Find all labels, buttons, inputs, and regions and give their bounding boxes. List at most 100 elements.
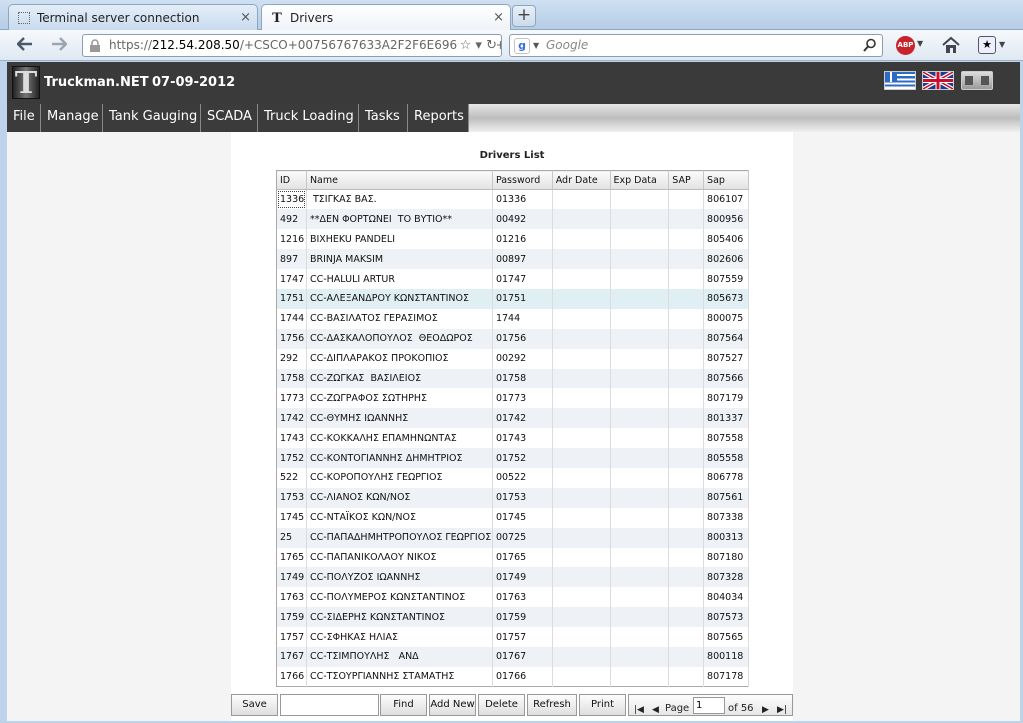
cell-sap-code[interactable]: 807566 <box>703 368 749 389</box>
bookmarks-icon[interactable]: ★ <box>978 36 996 54</box>
cell-exp-data[interactable] <box>610 269 670 289</box>
cell-sap-code[interactable]: 807338 <box>703 507 749 528</box>
cell-adr-date[interactable] <box>552 308 611 329</box>
cell-exp-data[interactable] <box>610 249 670 270</box>
chevron-down-icon[interactable]: ▼ <box>533 35 539 56</box>
delete-button[interactable]: Delete <box>478 694 525 716</box>
cell-name[interactable]: CC-ΔΙΠΛΑΡΑΚΟΣ ΠΡΟΚΟΠΙΟΣ <box>306 348 493 369</box>
cell-name[interactable]: BIXHEKU PANDELI <box>306 229 493 250</box>
table-row[interactable]: 1756 CC-ΔΑΣΚΑΛΟΠΟΥΛΟΣ ΘΕΟΔΩΡΟΣ 01756 807564 <box>276 328 749 349</box>
cell-sap[interactable] <box>668 428 705 449</box>
table-row[interactable]: 1758 CC-ΖΩΓΚΑΣ ΒΑΣΙΛΕΙΟΣ 01758 807566 <box>276 368 749 389</box>
cell-sap[interactable] <box>668 487 705 508</box>
cell-exp-data[interactable] <box>610 467 670 488</box>
io-panel-icon[interactable] <box>961 71 993 90</box>
cell-exp-data[interactable] <box>610 288 670 309</box>
cell-adr-date[interactable] <box>552 467 611 488</box>
tab-terminal-server[interactable]: Terminal server connection × <box>8 4 258 30</box>
cell-name[interactable]: CC-ΤΣΙΜΠΟΥΛΗΣ ΑΝΔ <box>306 646 493 667</box>
table-row[interactable]: 1745 CC-ΝΤΑΪΚΟΣ ΚΩΝ/ΝΟΣ 01745 807338 <box>276 507 749 528</box>
cell-exp-data[interactable] <box>610 328 670 349</box>
cell-adr-date[interactable] <box>552 288 611 309</box>
cell-name[interactable]: CC-ΤΣΟΥΡΓΙΑΝΝΗΣ ΣΤΑΜΑΤΗΣ <box>306 666 493 687</box>
cell-name[interactable]: CC-ΔΑΣΚΑΛΟΠΟΥΛΟΣ ΘΕΟΔΩΡΟΣ <box>306 328 493 349</box>
cell-exp-data[interactable] <box>610 627 670 647</box>
search-icon[interactable] <box>863 38 877 52</box>
cell-sap-code[interactable]: 804034 <box>703 587 749 608</box>
cell-sap-code[interactable]: 807564 <box>703 328 749 349</box>
column-header-sap[interactable]: SAP <box>668 170 705 190</box>
table-row[interactable]: 897 BRINJA MAKSIM 00897 802606 <box>276 249 749 270</box>
table-row[interactable]: 1753 CC-ΛΙΑΝΟΣ ΚΩΝ/ΝΟΣ 01753 807561 <box>276 487 749 508</box>
cell-sap[interactable] <box>668 189 705 210</box>
cell-sap-code[interactable]: 802606 <box>703 249 749 270</box>
chevron-down-icon[interactable]: ▼ <box>917 39 923 48</box>
refresh-button[interactable]: Refresh <box>527 694 577 716</box>
cell-password[interactable]: 01745 <box>492 507 553 528</box>
cell-exp-data[interactable] <box>610 666 670 687</box>
history-dropdown-icon[interactable]: ▾ <box>475 38 482 53</box>
table-row[interactable]: 1767 CC-ΤΣΙΜΠΟΥΛΗΣ ΑΝΔ 01767 800118 <box>276 646 749 667</box>
cell-id[interactable]: 1756 <box>276 328 307 349</box>
cell-adr-date[interactable] <box>552 547 611 568</box>
table-row[interactable]: 1751 CC-ΑΛΕΞΑΝΔΡΟΥ ΚΩΝΣΤΑΝΤΙΝΟΣ 01751 80567… <box>276 288 749 309</box>
cell-password[interactable]: 01753 <box>492 487 553 508</box>
cell-password[interactable]: 01757 <box>492 627 553 647</box>
column-header-id[interactable]: ID <box>276 170 307 190</box>
cell-sap-code[interactable]: 800313 <box>703 527 749 548</box>
cell-adr-date[interactable] <box>552 627 611 647</box>
cell-adr-date[interactable] <box>552 388 611 409</box>
cell-sap[interactable] <box>668 547 705 568</box>
cell-adr-date[interactable] <box>552 269 611 289</box>
cell-id[interactable]: 1747 <box>276 269 307 289</box>
find-input[interactable] <box>280 694 379 716</box>
cell-password[interactable]: 01766 <box>492 666 553 687</box>
menu-tasks[interactable]: Tasks <box>359 104 408 132</box>
cell-sap[interactable] <box>668 288 705 309</box>
cell-password[interactable]: 01756 <box>492 328 553 349</box>
cell-password[interactable]: 01773 <box>492 388 553 409</box>
cell-adr-date[interactable] <box>552 348 611 369</box>
save-button[interactable]: Save <box>231 694 278 716</box>
cell-adr-date[interactable] <box>552 428 611 449</box>
cell-id[interactable]: 1752 <box>276 448 307 468</box>
cell-sap-code[interactable]: 807180 <box>703 547 749 568</box>
table-row[interactable]: 492 **ΔΕΝ ΦΟΡΤΩΝΕΙ ΤΟ ΒΥΤΙΟ** 00492 800956 <box>276 209 749 230</box>
cell-sap-code[interactable]: 805673 <box>703 288 749 309</box>
cell-adr-date[interactable] <box>552 189 611 210</box>
table-row[interactable]: 522 CC-ΚΟΡΟΠΟΥΛΗΣ ΓΕΩΡΓΙΟΣ 00522 806778 <box>276 467 749 488</box>
cell-name[interactable]: CC-ΑΛΕΞΑΝΔΡΟΥ ΚΩΝΣΤΑΝΤΙΝΟΣ <box>306 288 493 309</box>
uk-flag-icon[interactable] <box>922 71 954 90</box>
cell-exp-data[interactable] <box>610 209 670 230</box>
cell-exp-data[interactable] <box>610 646 670 667</box>
cell-exp-data[interactable] <box>610 567 670 588</box>
menu-reports[interactable]: Reports <box>408 104 469 132</box>
cell-id[interactable]: 1745 <box>276 507 307 528</box>
cell-password[interactable]: 01747 <box>492 269 553 289</box>
cell-password[interactable]: 00897 <box>492 249 553 270</box>
table-row[interactable]: 1216 BIXHEKU PANDELI 01216 805406 <box>276 229 749 250</box>
cell-id[interactable]: 1765 <box>276 547 307 568</box>
cell-sap[interactable] <box>668 388 705 409</box>
cell-password[interactable]: 01749 <box>492 567 553 588</box>
cell-exp-data[interactable] <box>610 487 670 508</box>
cell-id[interactable]: 1759 <box>276 607 307 628</box>
first-page-icon[interactable]: |◀ <box>634 700 644 720</box>
cell-id[interactable]: 1742 <box>276 408 307 429</box>
cell-exp-data[interactable] <box>610 547 670 568</box>
cell-exp-data[interactable] <box>610 587 670 608</box>
cell-id[interactable]: 1744 <box>276 308 307 329</box>
cell-adr-date[interactable] <box>552 487 611 508</box>
cell-password[interactable]: 01763 <box>492 587 553 608</box>
cell-adr-date[interactable] <box>552 368 611 389</box>
cell-sap-code[interactable]: 807559 <box>703 269 749 289</box>
table-row[interactable]: 25 CC-ΠΑΠΑΔΗΜΗΤΡΟΠΟΥΛΟΣ ΓΕΩΡΓΙΟΣ 00725 8003… <box>276 527 749 548</box>
cell-adr-date[interactable] <box>552 666 611 687</box>
cell-sap-code[interactable]: 806107 <box>703 189 749 210</box>
cell-password[interactable]: 01216 <box>492 229 553 250</box>
cell-exp-data[interactable] <box>610 229 670 250</box>
cell-password[interactable]: 01336 <box>492 189 553 210</box>
close-tab-icon[interactable]: × <box>493 10 504 25</box>
cell-sap-code[interactable]: 807558 <box>703 428 749 449</box>
column-header-sap-code[interactable]: Sap <box>703 170 749 190</box>
